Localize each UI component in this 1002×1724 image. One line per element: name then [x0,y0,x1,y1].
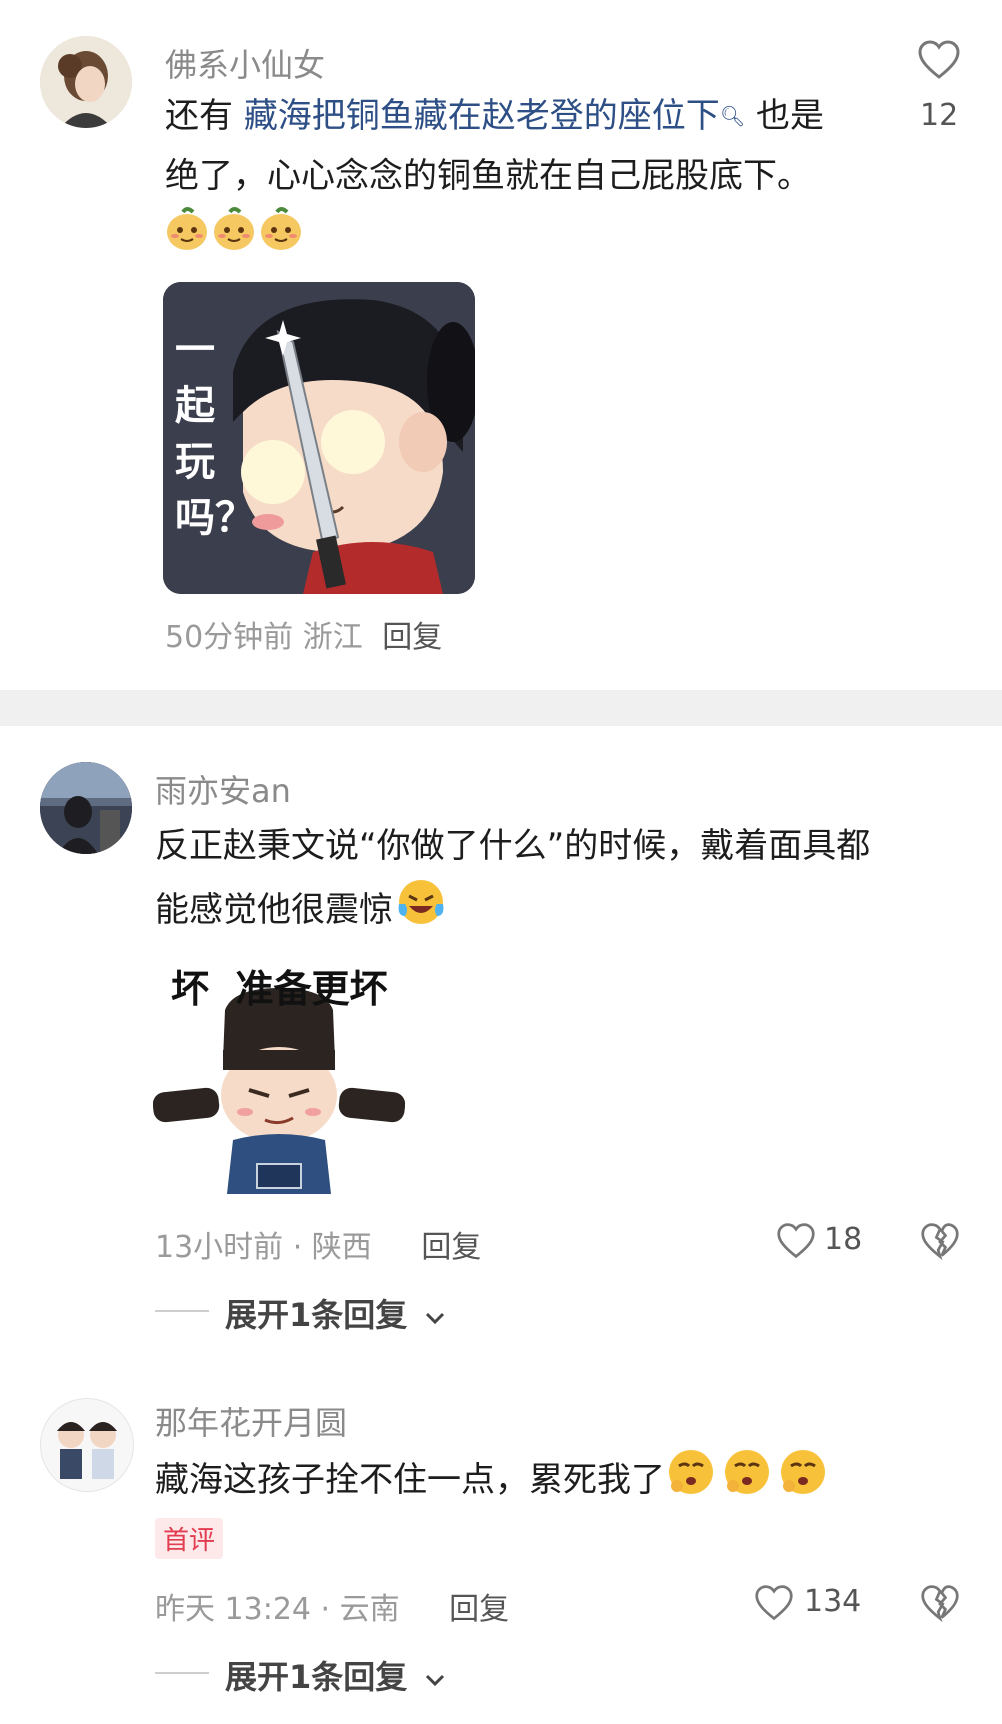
username[interactable]: 那年花开月圆 [155,1398,347,1444]
timestamp-location: 13小时前 · 陕西 [155,1230,372,1265]
search-icon[interactable]: 🔍︎ [720,104,745,128]
comment-line: 绝了，心心念念的铜鱼就在自己屁股底下。 [165,156,811,196]
avatar[interactable] [40,1398,134,1492]
expand-replies-button[interactable]: 展开1条回复 [225,1652,446,1698]
like-count: 134 [804,1584,862,1619]
like-count: 12 [920,98,959,133]
comment-line: 反正赵秉文说“你做了什么”的时候，戴着面具都 [155,826,871,866]
comment-line: 藏海这孩子拴不住一点，累死我了 [155,1460,665,1500]
timestamp-location: 昨天 13:24 · 云南 [155,1592,400,1627]
avatar[interactable] [40,36,132,128]
username[interactable]: 佛系小仙女 [165,40,325,86]
expand-divider-line [155,1672,209,1674]
search-link[interactable]: 藏海把铜鱼藏在赵老登的座位下 [244,96,720,136]
laughing-tears-emoji [395,876,447,947]
chevron-down-icon [424,1296,446,1334]
comment-meta: 13小时前 · 陕西 回复 [155,1222,481,1266]
sticker-image[interactable]: 坏 准备更坏 [153,950,405,1202]
expand-label: 展开1条回复 [225,1658,408,1696]
expand-replies-button[interactable]: 展开1条回复 [225,1290,446,1336]
broken-heart-icon[interactable] [920,1584,960,1623]
heart-icon[interactable] [754,1584,794,1622]
heart-icon[interactable] [917,40,961,80]
sticker-image[interactable]: 一起玩吗？ [163,282,475,594]
heart-icon[interactable] [776,1222,816,1260]
like-count: 18 [824,1222,863,1257]
reply-button[interactable]: 回复 [449,1592,509,1627]
comment-text: 反正赵秉文说“你做了什么”的时候，戴着面具都 能感觉他很震惊 [155,816,975,947]
comment-meta: 昨天 13:24 · 云南 回复 [155,1584,509,1628]
comment-text-post: 也是 [745,96,825,136]
expand-label: 展开1条回复 [225,1296,408,1334]
comment-line: 能感觉他很震惊 [155,876,975,947]
comment-line: 还有 藏海把铜鱼藏在赵老登的座位下🔍︎ 也是 [165,86,885,146]
sticker-caption: 一起玩吗？ [175,327,255,541]
first-comment-badge: 首评 [155,1518,224,1559]
reply-button[interactable]: 回复 [421,1230,481,1265]
comment-text: 藏海这孩子拴不住一点，累死我了 [155,1446,975,1517]
comment-text: 还有 藏海把铜鱼藏在赵老登的座位下🔍︎ 也是 绝了，心心念念的铜鱼就在自己屁股底… [165,86,885,206]
tired-emoji [665,1446,833,1517]
comment-line-text: 能感觉他很震惊 [155,890,393,930]
avatar[interactable] [40,762,132,854]
broken-heart-icon[interactable] [920,1222,960,1261]
username[interactable]: 雨亦安an [155,766,291,812]
reply-button[interactable]: 回复 [382,620,442,655]
section-divider [0,690,1002,726]
chevron-down-icon [424,1658,446,1696]
sticker-caption: 坏 准备更坏 [171,967,388,1011]
smirk-fruit-emoji [165,206,305,252]
comment-text-pre: 还有 [165,96,244,136]
comment-meta: 50分钟前 浙江 回复 [165,612,442,656]
expand-divider-line [155,1310,209,1312]
timestamp-location: 50分钟前 浙江 [165,620,363,655]
